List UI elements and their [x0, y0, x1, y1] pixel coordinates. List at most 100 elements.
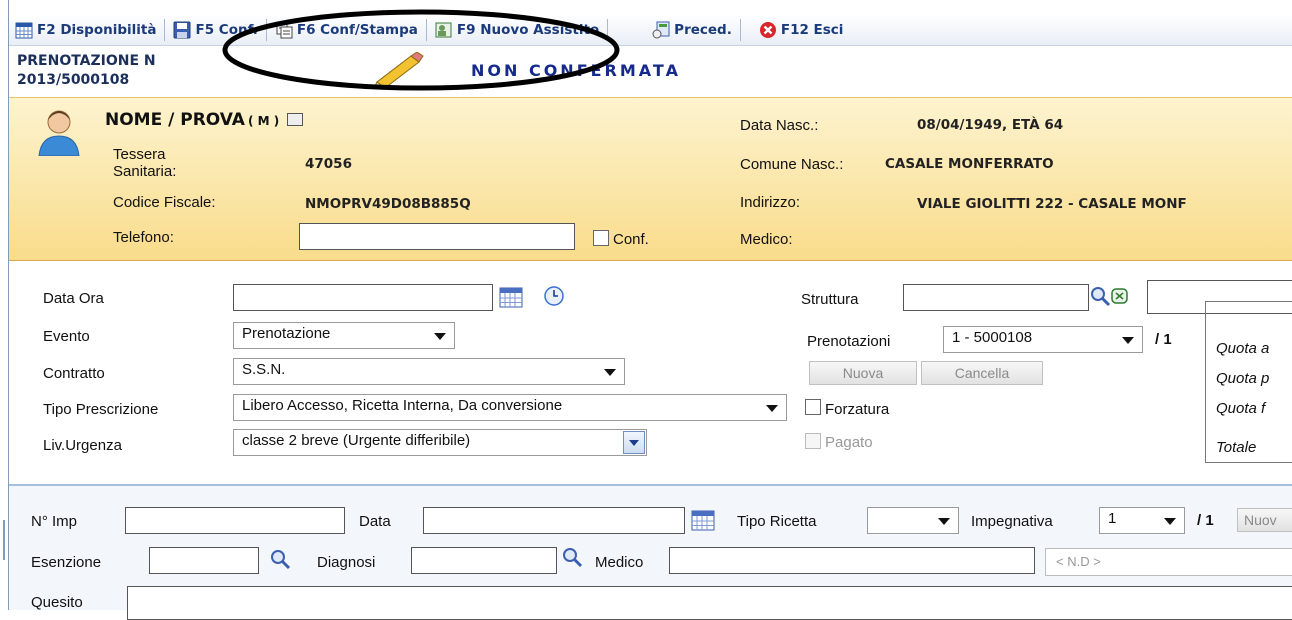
telefono-input[interactable] — [299, 223, 575, 250]
codice-fiscale-value: NMOPRV49D08B885Q — [305, 196, 471, 212]
data-nasc-label: Data Nasc.: — [740, 117, 819, 134]
toolbar-separator — [164, 18, 166, 41]
struttura-input[interactable] — [903, 284, 1089, 311]
data-label: Data — [359, 513, 391, 530]
impegnativa-label: Impegnativa — [971, 513, 1053, 530]
struttura-label: Struttura — [801, 291, 859, 308]
forzatura-checkbox[interactable] — [805, 399, 821, 415]
prenotazioni-value: 1 - 5000108 — [952, 329, 1033, 346]
booking-label: PRENOTAZIONE N — [17, 53, 156, 69]
preced-button[interactable]: Preced. — [646, 14, 738, 46]
chevron-down-icon — [938, 518, 950, 525]
chevron-down-icon — [623, 431, 645, 454]
main-window: F2 Disponibilità F5 Conf. F6 Conf/Stampa… — [8, 0, 1292, 620]
chevron-down-icon — [604, 369, 616, 376]
data-nasc-value: 08/04/1949, ETÀ 64 — [917, 117, 1064, 133]
comune-nasc-label: Comune Nasc.: — [740, 156, 844, 173]
data-ora-label: Data Ora — [43, 290, 104, 307]
chevron-down-icon — [1164, 518, 1176, 525]
clear-icon[interactable] — [1109, 286, 1131, 310]
evento-value: Prenotazione — [242, 325, 331, 342]
toolbar: F2 Disponibilità F5 Conf. F6 Conf/Stampa… — [9, 14, 1292, 46]
impegnativa-total: / 1 — [1197, 512, 1214, 529]
preced-label: Preced. — [674, 21, 732, 38]
close-icon — [759, 21, 777, 39]
evento-select[interactable]: Prenotazione — [233, 322, 455, 349]
evento-label: Evento — [43, 328, 90, 345]
conf-checkbox[interactable] — [593, 230, 609, 246]
chevron-down-icon — [766, 405, 778, 412]
booking-status-bar: PRENOTAZIONE N 2013/5000108 NON CONFERMA… — [9, 50, 1292, 96]
nuova-button[interactable]: Nuova — [809, 361, 917, 385]
liv-urgenza-label: Liv.Urgenza — [43, 437, 122, 454]
patient-name: NOME / PROVA( M ) — [105, 110, 304, 130]
booking-number: PRENOTAZIONE N 2013/5000108 — [17, 52, 156, 90]
conf-label: Conf. — [613, 231, 649, 248]
patient-sex: ( M ) — [247, 114, 280, 128]
quesito-input[interactable] — [127, 586, 1292, 620]
tipo-ricetta-label: Tipo Ricetta — [737, 513, 817, 530]
quota-1: Quota a — [1216, 340, 1270, 357]
tessera-value: 47056 — [305, 156, 352, 172]
impegnativa-value: 1 — [1108, 510, 1117, 527]
esenzione-label: Esenzione — [31, 554, 102, 571]
clock-icon[interactable] — [543, 285, 565, 311]
pagato-checkbox[interactable] — [805, 433, 821, 449]
search-icon[interactable] — [1089, 285, 1111, 311]
medico-label: Medico: — [740, 231, 793, 248]
contratto-label: Contratto — [43, 365, 105, 382]
nimp-label: N° Imp — [31, 513, 78, 530]
toolbar-separator — [739, 18, 741, 41]
quesito-label: Quesito — [31, 594, 83, 611]
floppy-disk-icon — [173, 21, 191, 39]
codice-fiscale-label: Codice Fiscale: — [113, 194, 216, 211]
calendar-icon[interactable] — [499, 286, 523, 312]
chevron-down-icon — [434, 333, 446, 340]
id-card-icon[interactable] — [287, 113, 304, 126]
quota-3: Quota f — [1216, 400, 1266, 417]
calendar-icon — [15, 21, 33, 39]
totale: Totale — [1216, 439, 1257, 456]
data-ora-input[interactable] — [233, 284, 493, 311]
user-avatar-icon — [37, 106, 81, 160]
tessera-label: Tessera Sanitaria: — [113, 146, 176, 180]
booking-number-value: 2013/5000108 — [17, 72, 130, 88]
telefono-label: Telefono: — [113, 229, 174, 246]
medico-input[interactable] — [669, 547, 1035, 574]
pagato-label: Pagato — [825, 434, 873, 451]
prenotazioni-total: / 1 — [1155, 331, 1172, 348]
tipo-ricetta-select[interactable] — [867, 507, 959, 534]
patient-panel: NOME / PROVA( M ) Tessera Sanitaria: 470… — [9, 97, 1292, 261]
prenotazioni-select[interactable]: 1 - 5000108 — [943, 326, 1143, 353]
forzatura-label: Forzatura — [825, 401, 890, 418]
esenzione-input[interactable] — [149, 547, 259, 574]
annotation-ellipse — [222, 9, 620, 91]
esci-label: F12 Esci — [780, 21, 844, 38]
prenotazioni-label: Prenotazioni — [807, 333, 891, 350]
disponibilita-button[interactable]: F2 Disponibilità — [9, 14, 162, 46]
disponibilita-label: F2 Disponibilità — [37, 21, 157, 38]
liv-urgenza-select[interactable]: classe 2 breve (Urgente differibile) — [233, 429, 647, 456]
tipo-prescrizione-value: Libero Accesso, Ricetta Interna, Da conv… — [242, 397, 563, 414]
indirizzo-label: Indirizzo: — [740, 194, 801, 211]
left-edge — [0, 0, 8, 610]
previous-icon — [652, 21, 670, 39]
search-icon[interactable] — [269, 548, 291, 574]
data-input[interactable] — [423, 507, 685, 534]
search-icon[interactable] — [561, 546, 583, 572]
esci-button[interactable]: F12 Esci — [753, 14, 850, 46]
comune-nasc-value: CASALE MONFERRATO — [885, 156, 1054, 172]
quota-box: Quota a Quota p Quota f Totale — [1205, 301, 1292, 463]
diagnosi-input[interactable] — [411, 547, 557, 574]
calendar-icon[interactable] — [691, 509, 715, 535]
medico-nd-field: < N.D > — [1045, 548, 1292, 576]
nuova-impegnativa-button[interactable]: Nuov — [1237, 508, 1292, 532]
impegnativa-select[interactable]: 1 — [1099, 507, 1185, 534]
tessera-label-1: Tessera — [113, 146, 166, 163]
contratto-value: S.S.N. — [242, 361, 286, 378]
medico-label: Medico — [595, 554, 644, 571]
nimp-input[interactable] — [125, 507, 345, 534]
cancella-button[interactable]: Cancella — [921, 361, 1043, 385]
contratto-select[interactable]: S.S.N. — [233, 358, 625, 385]
tipo-prescrizione-select[interactable]: Libero Accesso, Ricetta Interna, Da conv… — [233, 394, 787, 421]
